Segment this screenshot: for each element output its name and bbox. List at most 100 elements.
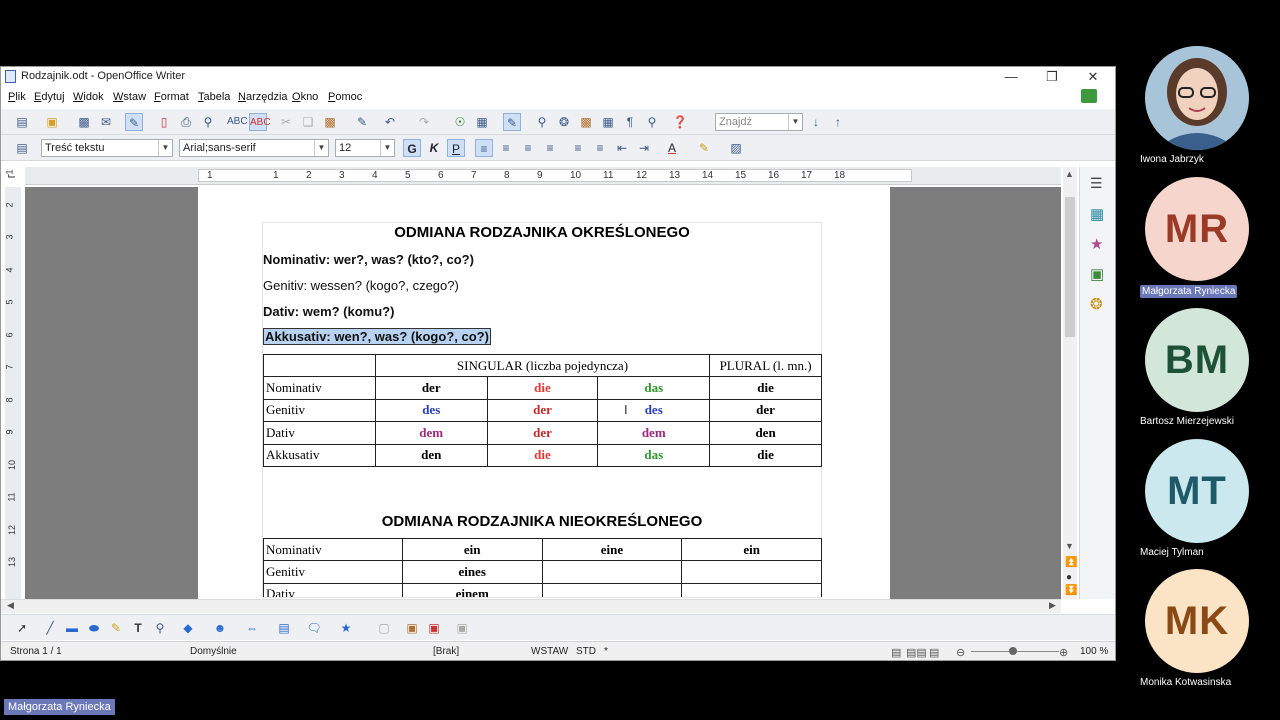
article-cell[interactable]: den (374, 443, 488, 467)
chevron-down-icon[interactable]: ▼ (788, 114, 802, 130)
participant-monika[interactable]: MK Monika Kotwasinska (1140, 569, 1260, 699)
navigator-icon[interactable]: ❂ (555, 113, 573, 131)
minimize-button[interactable]: — (991, 68, 1031, 86)
participant-malgorzata[interactable]: MR Małgorzata Ryniecka (1140, 177, 1260, 307)
block-arrows-icon[interactable]: ⇔ (243, 619, 261, 637)
highlighting-icon[interactable]: ✎ (695, 139, 713, 157)
menu-wstaw[interactable]: Wstaw (113, 91, 146, 103)
find-next-icon[interactable]: ↓ (807, 113, 825, 131)
styles-formatting-icon[interactable]: ▤ (13, 139, 31, 157)
zoom-out-icon[interactable]: ⊖ (956, 646, 965, 659)
multi-page-view-icon[interactable]: ▤▤ (906, 646, 927, 659)
navigation-icon[interactable]: ● (1066, 572, 1072, 583)
article-cell[interactable]: einem (401, 582, 543, 597)
article-cell[interactable]: ein (681, 538, 822, 562)
article-cell[interactable]: dem (374, 421, 488, 445)
sidebar-menu-icon[interactable]: ☰ (1090, 175, 1103, 192)
help-icon[interactable]: ❓ (671, 113, 689, 131)
select-arrow-icon[interactable]: ➚ (13, 619, 31, 637)
article-cell[interactable]: ein (401, 538, 543, 562)
article-cell[interactable]: den (709, 421, 822, 445)
font-name-combo[interactable]: Arial;sans-serif ▼ (179, 139, 329, 157)
find-previous-icon[interactable]: ↑ (829, 113, 847, 131)
align-center-icon[interactable]: ≡ (497, 139, 515, 157)
table-icon[interactable]: ▦ (473, 113, 491, 131)
horizontal-scrollbar[interactable]: ◀ ▶ (1, 599, 1061, 613)
doc-line-akkusativ[interactable]: Akkusativ: wen?, was? (kogo?, co?) (263, 328, 491, 345)
paragraph-style-combo[interactable]: Treść tekstu ▼ (41, 139, 173, 157)
menu-tabela[interactable]: Tabela (198, 91, 230, 103)
hyperlink-icon[interactable]: ☉ (451, 113, 469, 131)
next-page-icon[interactable]: ⏬ (1065, 585, 1077, 596)
menu-edytuj[interactable]: Edytuj (34, 91, 65, 103)
spellcheck-icon[interactable]: ABC (227, 113, 248, 131)
italic-button[interactable]: K (425, 139, 443, 157)
close-button[interactable]: ✕ (1073, 68, 1113, 86)
line-icon[interactable]: ╱ (41, 619, 59, 637)
show-draw-icon[interactable]: ✎ (503, 113, 521, 131)
article-cell[interactable]: dem (597, 421, 711, 445)
justify-icon[interactable]: ≡ (541, 139, 559, 157)
scroll-thumb[interactable] (1065, 197, 1075, 337)
zoom-in-icon[interactable]: ⊕ (1059, 646, 1068, 659)
header-singular[interactable]: SINGULAR (liczba pojedyncza) (374, 353, 711, 378)
status-language[interactable]: [Brak] (433, 646, 459, 657)
bullets-icon[interactable]: ≡ (591, 139, 609, 157)
article-cell[interactable]: des (374, 398, 488, 423)
fontwork-icon[interactable]: ▣ (403, 619, 421, 637)
callout-icon[interactable]: ⚲ (151, 619, 169, 637)
font-size-combo[interactable]: 12 ▼ (335, 139, 395, 157)
edit-mode-icon[interactable]: ✎ (125, 113, 143, 131)
cut-icon[interactable]: ✂ (277, 113, 295, 131)
restore-button[interactable]: ❐ (1032, 68, 1072, 86)
stars-icon[interactable]: ★ (337, 619, 355, 637)
callouts-icon[interactable]: 🗨 (305, 619, 323, 637)
participant-iwona[interactable]: Iwona Jabrzyk (1140, 46, 1260, 176)
vertical-ruler[interactable]: 1 2 3 4 5 6 7 8 9 10 11 12 13 (5, 169, 21, 599)
export-pdf-icon[interactable]: ▯ (155, 113, 173, 131)
doc-line-genitiv[interactable]: Genitiv: wessen? (kogo?, czego?) (263, 278, 459, 293)
doc-line-dativ[interactable]: Dativ: wem? (komu?) (263, 304, 394, 319)
article-cell[interactable] (541, 560, 683, 584)
case-cell[interactable]: Nominativ (263, 376, 376, 400)
points-icon[interactable]: ▢ (375, 619, 393, 637)
update-icon[interactable] (1081, 89, 1097, 103)
scroll-left-icon[interactable]: ◀ (7, 600, 14, 611)
menu-plik[interactable]: Plik (8, 91, 26, 103)
article-cell[interactable]: der (374, 376, 488, 400)
article-cell[interactable]: die (709, 376, 822, 400)
background-color-icon[interactable]: ▨ (727, 139, 745, 157)
bold-button[interactable]: G (403, 139, 421, 157)
selected-text[interactable]: Akkusativ: wen?, was? (kogo?, co?) (263, 328, 491, 345)
data-sources-icon[interactable]: ▦ (599, 113, 617, 131)
chevron-down-icon[interactable]: ▼ (380, 140, 394, 156)
gallery-panel-icon[interactable]: ▣ (1090, 265, 1104, 283)
ellipse-icon[interactable]: ⬬ (85, 619, 103, 637)
participant-bartosz[interactable]: BM Bartosz Mierzejewski (1140, 308, 1260, 438)
case-cell[interactable]: Nominativ (263, 538, 403, 562)
navigator-panel-icon[interactable]: ❂ (1090, 295, 1103, 313)
status-zoom[interactable]: 100 % (1080, 646, 1108, 657)
flowchart-icon[interactable]: ▤ (275, 619, 293, 637)
article-cell[interactable] (681, 582, 822, 597)
article-cell[interactable]: das (597, 376, 711, 400)
gallery-icon[interactable]: ▩ (577, 113, 595, 131)
status-page-style[interactable]: Domyślnie (190, 646, 237, 657)
properties-icon[interactable]: ▦ (1090, 205, 1104, 223)
menu-pomoc[interactable]: Pomoc (328, 91, 362, 103)
zoom-icon[interactable]: ⚲ (643, 113, 661, 131)
case-cell[interactable]: Dativ (263, 421, 376, 445)
find-input[interactable]: Znajdź ▼ (715, 113, 803, 131)
menu-narzedzia[interactable]: Narzędzia (238, 91, 288, 103)
scroll-down-icon[interactable]: ▼ (1065, 541, 1074, 551)
numbering-icon[interactable]: ≡ (569, 139, 587, 157)
header-plural[interactable]: PLURAL (l. mn.) (709, 353, 822, 378)
indefinite-article-table[interactable]: Nominativ ein eine ein Genitiv eines Dativ eine… (263, 538, 822, 597)
text-icon[interactable]: T (129, 619, 147, 637)
article-cell[interactable]: die (486, 376, 599, 400)
article-cell[interactable]: der (486, 398, 599, 423)
chevron-down-icon[interactable]: ▼ (158, 140, 172, 156)
single-page-view-icon[interactable]: ▤ (891, 646, 901, 659)
book-view-icon[interactable]: ▤ (929, 646, 939, 659)
rectangle-icon[interactable]: ▬ (63, 619, 81, 637)
